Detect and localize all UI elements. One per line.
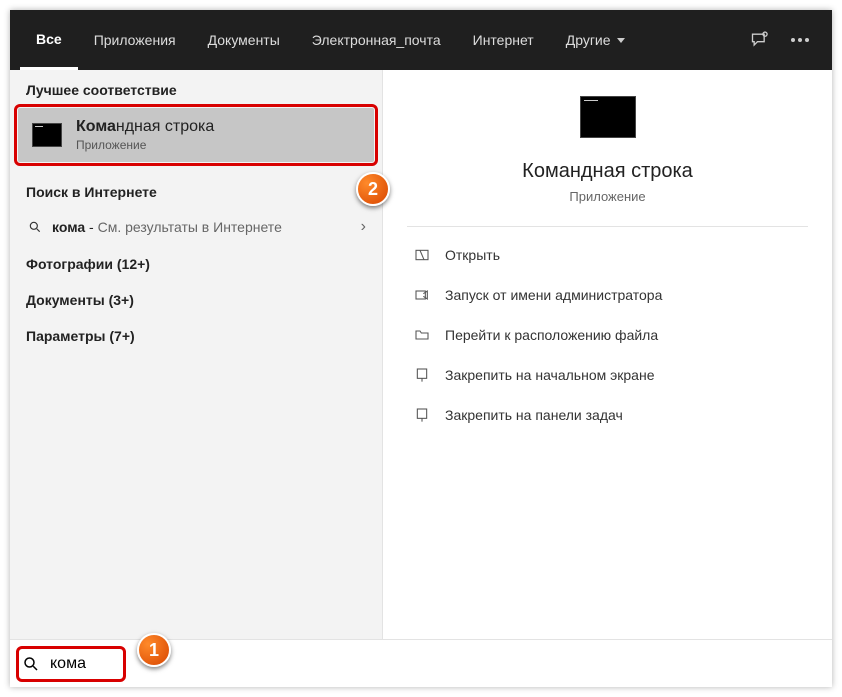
action-open[interactable]: Открыть [407, 235, 808, 275]
category-photos[interactable]: Фотографии (12+) [10, 246, 382, 282]
preview-subtitle: Приложение [407, 189, 808, 204]
action-file-location[interactable]: Перейти к расположению файла [407, 315, 808, 355]
preview-app-icon [580, 96, 636, 138]
pin-taskbar-icon [413, 406, 431, 424]
best-match-subtitle: Приложение [76, 138, 214, 152]
tab-documents[interactable]: Документы [192, 10, 296, 70]
action-open-label: Открыть [445, 247, 500, 263]
action-pin-taskbar[interactable]: Закрепить на панели задач [407, 395, 808, 435]
tab-all[interactable]: Все [20, 10, 78, 70]
more-icon[interactable] [790, 37, 810, 43]
best-match-header: Лучшее соответствие [10, 70, 382, 106]
action-pin-taskbar-label: Закрепить на панели задач [445, 407, 623, 423]
pin-start-icon [413, 366, 431, 384]
best-match-title: Командная строка [76, 118, 214, 136]
search-icon [28, 220, 42, 234]
action-admin-label: Запуск от имени администратора [445, 287, 662, 303]
cmd-thumb-icon [32, 123, 62, 147]
chevron-down-icon [617, 38, 625, 43]
tab-apps[interactable]: Приложения [78, 10, 192, 70]
tab-other[interactable]: Другие [550, 10, 641, 70]
results-panel: Лучшее соответствие Командная строка При… [10, 70, 382, 639]
tab-email[interactable]: Электронная_почта [296, 10, 457, 70]
web-search-label: кома - См. результаты в Интернете [52, 219, 351, 235]
tab-internet[interactable]: Интернет [457, 10, 550, 70]
search-tabs: Все Приложения Документы Электронная_поч… [10, 10, 832, 70]
search-bar [10, 639, 832, 687]
open-icon [413, 246, 431, 264]
action-pin-start-label: Закрепить на начальном экране [445, 367, 655, 383]
admin-icon [413, 286, 431, 304]
web-search-item[interactable]: кома - См. результаты в Интернете › [10, 208, 382, 246]
feedback-icon[interactable] [750, 30, 770, 50]
divider [407, 226, 808, 227]
annotation-callout-1: 1 [137, 633, 171, 667]
web-search-header: Поиск в Интернете [10, 172, 382, 208]
category-settings[interactable]: Параметры (7+) [10, 318, 382, 354]
preview-panel: Командная строка Приложение Открыть Запу… [382, 70, 832, 639]
action-run-admin[interactable]: Запуск от имени администратора [407, 275, 808, 315]
search-icon [22, 655, 40, 673]
action-pin-start[interactable]: Закрепить на начальном экране [407, 355, 808, 395]
category-documents[interactable]: Документы (3+) [10, 282, 382, 318]
best-match-item[interactable]: Командная строка Приложение [18, 108, 374, 162]
folder-icon [413, 326, 431, 344]
chevron-right-icon: › [361, 218, 366, 236]
annotation-callout-2: 2 [356, 172, 390, 206]
preview-title: Командная строка [407, 160, 808, 183]
action-location-label: Перейти к расположению файла [445, 327, 658, 343]
